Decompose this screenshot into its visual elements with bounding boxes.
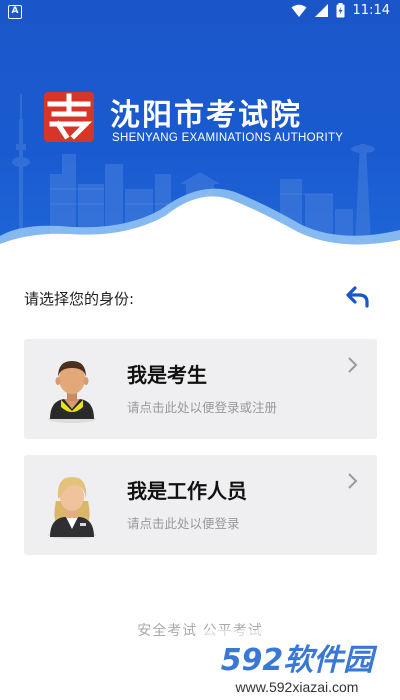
back-arrow-icon [346, 286, 369, 308]
authority-logo [44, 92, 94, 142]
header-banner: 沈阳市考试院 SHENYANG EXAMINATIONS AUTHORITY [0, 24, 400, 254]
page-title: 沈阳市考试院 [110, 98, 302, 133]
site-watermark: 592软件园 www.592xiazai.com [195, 630, 400, 700]
page-subtitle: SHENYANG EXAMINATIONS AUTHORITY [112, 132, 344, 144]
chevron-right-icon [348, 357, 358, 373]
watermark-brand: 592软件园 [221, 643, 379, 678]
card-subtitle: 请点击此处以便登录或注册 [127, 400, 278, 415]
wave-divider [0, 188, 400, 254]
status-time: 11:14 [352, 3, 390, 18]
battery-icon [336, 3, 345, 18]
card-subtitle: 请点击此处以便登录 [127, 516, 240, 531]
watermark-url: www.592xiazai.com [235, 679, 359, 695]
notification-icon: A [8, 5, 22, 19]
status-bar: A 11:14 [0, 0, 400, 24]
identity-prompt: 请选择您的身份: [24, 290, 135, 308]
wifi-icon [291, 4, 307, 17]
back-button[interactable] [344, 284, 372, 310]
female-staff-avatar [48, 477, 96, 539]
signal-icon [314, 4, 328, 17]
status-icons: 11:14 [291, 3, 390, 18]
card-title: 我是工作人员 [127, 479, 247, 503]
male-student-avatar [48, 361, 96, 423]
staff-login-card[interactable]: 我是工作人员 请点击此处以便登录 [24, 455, 377, 555]
student-login-card[interactable]: 我是考生 请点击此处以便登录或注册 [24, 339, 377, 439]
card-title: 我是考生 [127, 363, 207, 387]
chevron-right-icon [348, 473, 358, 489]
